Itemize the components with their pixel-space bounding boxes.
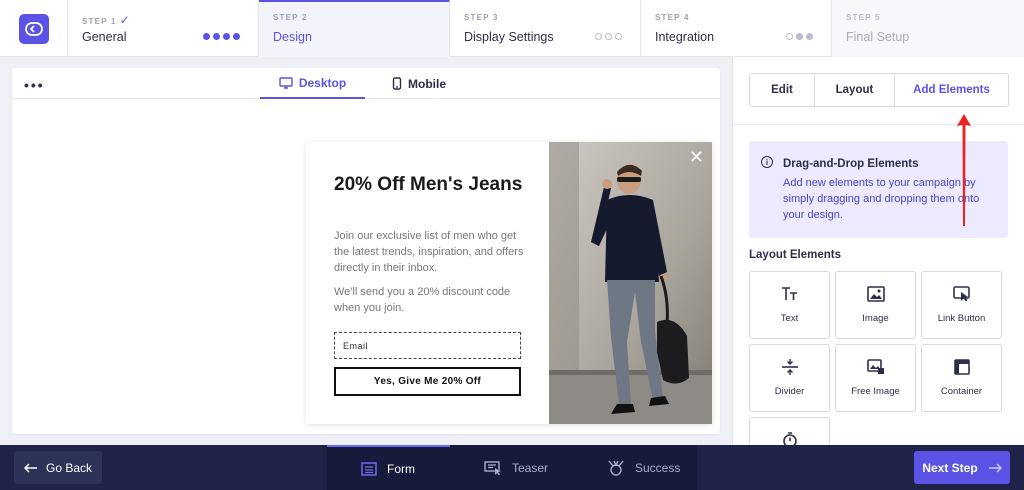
arrow-right-icon <box>988 462 1002 473</box>
element-label: Container <box>940 386 983 397</box>
popup-preview[interactable]: 20% Off Men's Jeans Join our exclusive l… <box>306 142 712 424</box>
element-container[interactable]: Container <box>921 344 1002 412</box>
button-label: Go Back <box>45 460 93 475</box>
mobile-icon <box>392 77 402 90</box>
text-icon <box>781 287 797 300</box>
tab-label: Form <box>387 461 415 476</box>
check-icon: ✓ <box>119 13 131 27</box>
step-label: Final Setup <box>846 30 910 44</box>
divider-icon <box>781 359 798 375</box>
button-label: Next Step <box>922 460 978 475</box>
element-label: Link Button <box>937 313 986 324</box>
step-integration[interactable]: STEP 4 Integration <box>641 0 832 57</box>
popup-title[interactable]: 20% Off Men's Jeans <box>334 172 534 197</box>
element-free-image[interactable]: Free Image <box>835 344 916 412</box>
tab-add-elements[interactable]: Add Elements <box>895 74 1008 106</box>
element-label: Divider <box>774 386 805 397</box>
step-final-setup[interactable]: STEP 5 Final Setup <box>832 0 1024 57</box>
success-icon <box>608 460 624 476</box>
container-icon <box>953 359 970 375</box>
preview-panel: ••• Desktop Mobile 20% Off Men's Jeans J… <box>12 68 720 434</box>
popup-image[interactable]: ✕ <box>549 142 712 424</box>
element-label: Text <box>780 313 799 324</box>
info-icon: i <box>761 156 773 168</box>
section-title: Layout Elements <box>749 249 842 261</box>
go-back-button[interactable]: Go Back <box>14 451 102 484</box>
tab-label: Mobile <box>408 76 446 91</box>
tab-label: Success <box>635 460 681 475</box>
close-icon[interactable]: ✕ <box>689 148 704 166</box>
step-bar: STEP 1 ✓ General STEP 2 Design STEP 3 Dis… <box>0 0 1024 57</box>
progress-dots <box>595 33 622 40</box>
popup-body-text[interactable]: Join our exclusive list of men who get t… <box>334 228 530 276</box>
tab-edit[interactable]: Edit <box>750 74 815 106</box>
tab-layout[interactable]: Layout <box>815 74 895 106</box>
bottom-bar: Go Back Form Teaser Success Next Step <box>0 445 1024 490</box>
desktop-icon <box>279 76 293 89</box>
step-general[interactable]: STEP 1 ✓ General <box>68 0 259 57</box>
step-number: STEP 5 <box>846 13 881 22</box>
arrow-left-icon <box>23 462 37 473</box>
next-step-button[interactable]: Next Step <box>914 451 1010 484</box>
popup-body-text-2[interactable]: We'll send you a 20% discount code when … <box>334 284 530 316</box>
element-label: Image <box>862 313 889 324</box>
step-number: STEP 4 <box>655 13 690 22</box>
form-icon <box>361 461 377 476</box>
tab-label: Teaser <box>512 460 549 475</box>
progress-dots <box>786 33 813 40</box>
tab-teaser[interactable]: Teaser <box>450 445 573 490</box>
step-number: STEP 3 <box>464 13 499 22</box>
step-number: STEP 2 <box>273 13 308 22</box>
logo-area <box>0 0 68 57</box>
link-button-icon <box>952 286 970 302</box>
view-tabs: Form Teaser Success <box>327 445 697 490</box>
element-link-button[interactable]: Link Button <box>921 271 1002 339</box>
element-image[interactable]: Image <box>835 271 916 339</box>
teaser-icon <box>484 460 501 475</box>
tab-form[interactable]: Form <box>327 445 450 490</box>
email-field[interactable]: Email <box>334 332 521 359</box>
tab-label: Desktop <box>298 75 347 90</box>
more-menu-icon[interactable]: ••• <box>24 77 45 93</box>
editor-tabs: Edit Layout Add Elements <box>749 73 1009 107</box>
tab-success[interactable]: Success <box>573 445 696 490</box>
step-display-settings[interactable]: STEP 3 Display Settings <box>450 0 641 57</box>
step-design[interactable]: STEP 2 Design <box>259 0 450 57</box>
editor-sidebar: Edit Layout Add Elements i Drag-and-Drop… <box>732 57 1024 451</box>
image-icon <box>866 286 885 302</box>
free-image-icon <box>866 359 884 374</box>
step-number: STEP 1 <box>82 17 117 26</box>
progress-dots <box>203 33 240 40</box>
step-label: Design <box>273 30 312 44</box>
info-title: Drag-and-Drop Elements <box>783 158 919 170</box>
tab-mobile[interactable]: Mobile <box>392 68 446 99</box>
annotation-arrow-icon <box>957 114 971 226</box>
tab-desktop[interactable]: Desktop <box>260 68 365 99</box>
element-divider[interactable]: Divider <box>749 344 830 412</box>
preview-toolbar: ••• Desktop Mobile <box>12 68 720 99</box>
element-label: Free Image <box>851 386 900 397</box>
divider <box>733 124 1024 125</box>
app-logo-icon[interactable] <box>18 13 49 44</box>
element-text[interactable]: Text <box>749 271 830 339</box>
cta-button[interactable]: Yes, Give Me 20% Off <box>334 367 521 396</box>
